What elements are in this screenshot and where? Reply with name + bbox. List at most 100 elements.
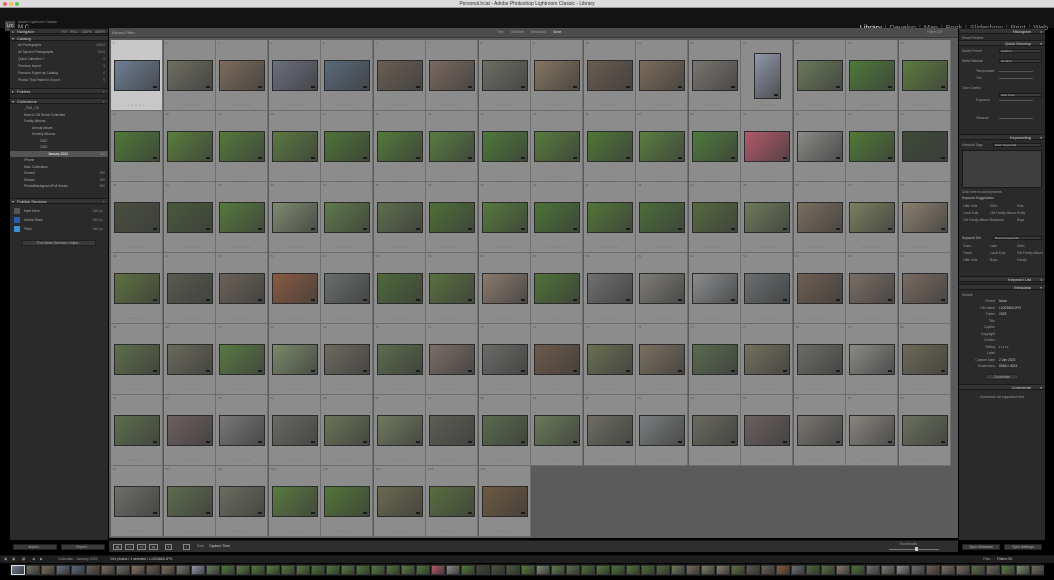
photo-cell[interactable]: 2 • • • • •: [163, 40, 216, 111]
catalog-item[interactable]: Photos That Failed to Export: [18, 78, 60, 82]
photo-cell[interactable]: 18 • • • • •: [163, 111, 216, 182]
metadata-field-value[interactable]: 6048 x 4024: [999, 364, 1042, 368]
filmstrip-thumbnail[interactable]: [71, 565, 85, 575]
photo-cell[interactable]: 39 • • • • •: [426, 182, 478, 253]
photo-thumbnail[interactable]: [481, 202, 528, 233]
photo-thumbnail[interactable]: [429, 415, 475, 446]
photo-cell[interactable]: 100 • • • • •: [268, 466, 321, 537]
vibrance-buttons[interactable]: [999, 118, 1033, 119]
photo-cell[interactable]: 19 • • • • •: [216, 111, 268, 182]
photo-thumbnail[interactable]: [744, 344, 790, 375]
keyword-suggestion[interactable]: Little Kids: [963, 204, 977, 208]
photo-cell[interactable]: 23 • • • • •: [426, 111, 478, 182]
photo-thumbnail[interactable]: [219, 273, 265, 304]
photo-cell[interactable]: 49 • • • • •: [111, 253, 163, 324]
photo-thumbnail[interactable]: [376, 60, 423, 91]
photo-cell[interactable]: 90 • • • • •: [583, 395, 636, 466]
photo-thumbnail[interactable]: [114, 131, 160, 162]
photo-cell[interactable]: 54 • • • • •: [373, 253, 426, 324]
photo-cell[interactable]: 24 • • • • •: [478, 111, 531, 182]
filmstrip-thumbnail[interactable]: [626, 565, 640, 575]
photo-cell[interactable]: 70 • • • • •: [373, 324, 426, 395]
photo-cell[interactable]: 62 • • • • •: [793, 253, 846, 324]
photo-cell[interactable]: 82 • • • • •: [163, 395, 216, 466]
photo-cell[interactable]: 43 • • • • •: [636, 182, 688, 253]
photo-cell[interactable]: 80 • • • • •: [898, 324, 951, 395]
photo-cell[interactable]: 34 • • • • •: [163, 182, 216, 253]
publish-setup-link[interactable]: Set Up...: [93, 218, 105, 222]
photo-cell[interactable]: 88 • • • • •: [478, 395, 531, 466]
photo-thumbnail[interactable]: [376, 202, 423, 233]
filmstrip-thumbnail[interactable]: [836, 565, 850, 575]
photo-cell[interactable]: 29 • • • • •: [741, 111, 793, 182]
photo-cell[interactable]: 12 • • • • •: [688, 40, 741, 111]
photo-thumbnail[interactable]: [271, 273, 318, 304]
photo-thumbnail[interactable]: [166, 273, 213, 304]
photo-thumbnail[interactable]: [114, 344, 160, 375]
filter-tab-none[interactable]: None: [553, 30, 561, 34]
photo-cell[interactable]: 11 • • • • •: [636, 40, 688, 111]
photo-cell[interactable]: 99 • • • • •: [216, 466, 268, 537]
photo-thumbnail[interactable]: [901, 273, 948, 304]
filmstrip-thumbnail[interactable]: [191, 565, 205, 575]
photo-thumbnail[interactable]: [376, 486, 423, 517]
photo-thumbnail[interactable]: [114, 273, 160, 304]
keyword-suggestion[interactable]: Ditch: [990, 204, 998, 208]
keyword-suggestion[interactable]: Backyard: [990, 218, 1004, 222]
photo-cell[interactable]: 17 • • • • •: [111, 111, 163, 182]
keyword-set-item[interactable]: Local Kids: [990, 251, 1005, 255]
photo-thumbnail[interactable]: [429, 344, 475, 375]
photo-cell[interactable]: 58 • • • • •: [583, 253, 636, 324]
photo-cell[interactable]: 64 • • • • •: [898, 253, 951, 324]
comments-header[interactable]: Comments ▾: [959, 384, 1045, 390]
publish-service-item[interactable]: Hard Drive: [24, 209, 40, 213]
photo-cell[interactable]: 38 • • • • •: [373, 182, 426, 253]
photo-thumbnail[interactable]: [219, 60, 265, 91]
photo-thumbnail[interactable]: [849, 60, 895, 91]
filmstrip-thumbnail[interactable]: [611, 565, 625, 575]
publish-service-item[interactable]: Flickr: [24, 227, 32, 231]
photo-thumbnail[interactable]: [271, 202, 318, 233]
filmstrip-thumbnail[interactable]: [986, 565, 1000, 575]
photo-thumbnail[interactable]: [691, 273, 738, 304]
sort-direction-icon[interactable]: ↕: [183, 544, 190, 550]
forward-arrow-icon[interactable]: ▶: [40, 557, 43, 561]
filmstrip-thumbnail[interactable]: [881, 565, 895, 575]
photo-cell[interactable]: 25 • • • • •: [531, 111, 583, 182]
photo-thumbnail[interactable]: [481, 344, 528, 375]
filmstrip-thumbnail[interactable]: [641, 565, 655, 575]
photo-thumbnail[interactable]: [429, 486, 475, 517]
photo-cell[interactable]: 85 • • • • •: [321, 395, 373, 466]
photo-thumbnail[interactable]: [324, 486, 370, 517]
photo-thumbnail[interactable]: [429, 131, 475, 162]
keyword-suggestion[interactable]: Local Kids: [963, 211, 978, 215]
photo-thumbnail[interactable]: [219, 131, 265, 162]
photo-cell[interactable]: 77 • • • • •: [741, 324, 793, 395]
filmstrip-thumbnail[interactable]: [776, 565, 790, 575]
photo-cell[interactable]: 87 • • • • •: [426, 395, 478, 466]
photo-cell[interactable]: 69 • • • • •: [321, 324, 373, 395]
photo-cell[interactable]: 35 • • • • •: [216, 182, 268, 253]
catalog-panel-header[interactable]: ▾ Catalog: [10, 35, 108, 41]
filmstrip-thumbnail[interactable]: [56, 565, 70, 575]
photo-cell[interactable]: 91 • • • • •: [636, 395, 688, 466]
photo-cell[interactable]: 65 • • • • •: [111, 324, 163, 395]
photo-thumbnail[interactable]: [429, 273, 475, 304]
photo-thumbnail[interactable]: [219, 486, 265, 517]
filmstrip-thumbnail[interactable]: [806, 565, 820, 575]
collection-item[interactable]: Misc Collections: [24, 165, 48, 169]
photo-thumbnail[interactable]: [219, 202, 265, 233]
tint-buttons[interactable]: [999, 78, 1033, 79]
filmstrip-thumbnail[interactable]: [686, 565, 700, 575]
photo-cell[interactable]: 83 • • • • •: [216, 395, 268, 466]
catalog-item[interactable]: Previous Export as Catalog: [18, 71, 58, 75]
keyword-suggestion[interactable]: Old Family Album: [963, 218, 989, 222]
photo-thumbnail[interactable]: [481, 131, 528, 162]
photo-cell[interactable]: 7 • • • • •: [426, 40, 478, 111]
navigator-zoom-2[interactable]: 100%: [82, 29, 92, 34]
photo-cell[interactable]: 15 • • • • •: [846, 40, 898, 111]
grid-view-icon[interactable]: ▦: [113, 544, 122, 550]
filmstrip-thumbnail[interactable]: [41, 565, 55, 575]
filters-off-dropdown[interactable]: Filters Off: [927, 30, 942, 34]
metadata-preset-label[interactable]: Default: [962, 293, 1042, 297]
